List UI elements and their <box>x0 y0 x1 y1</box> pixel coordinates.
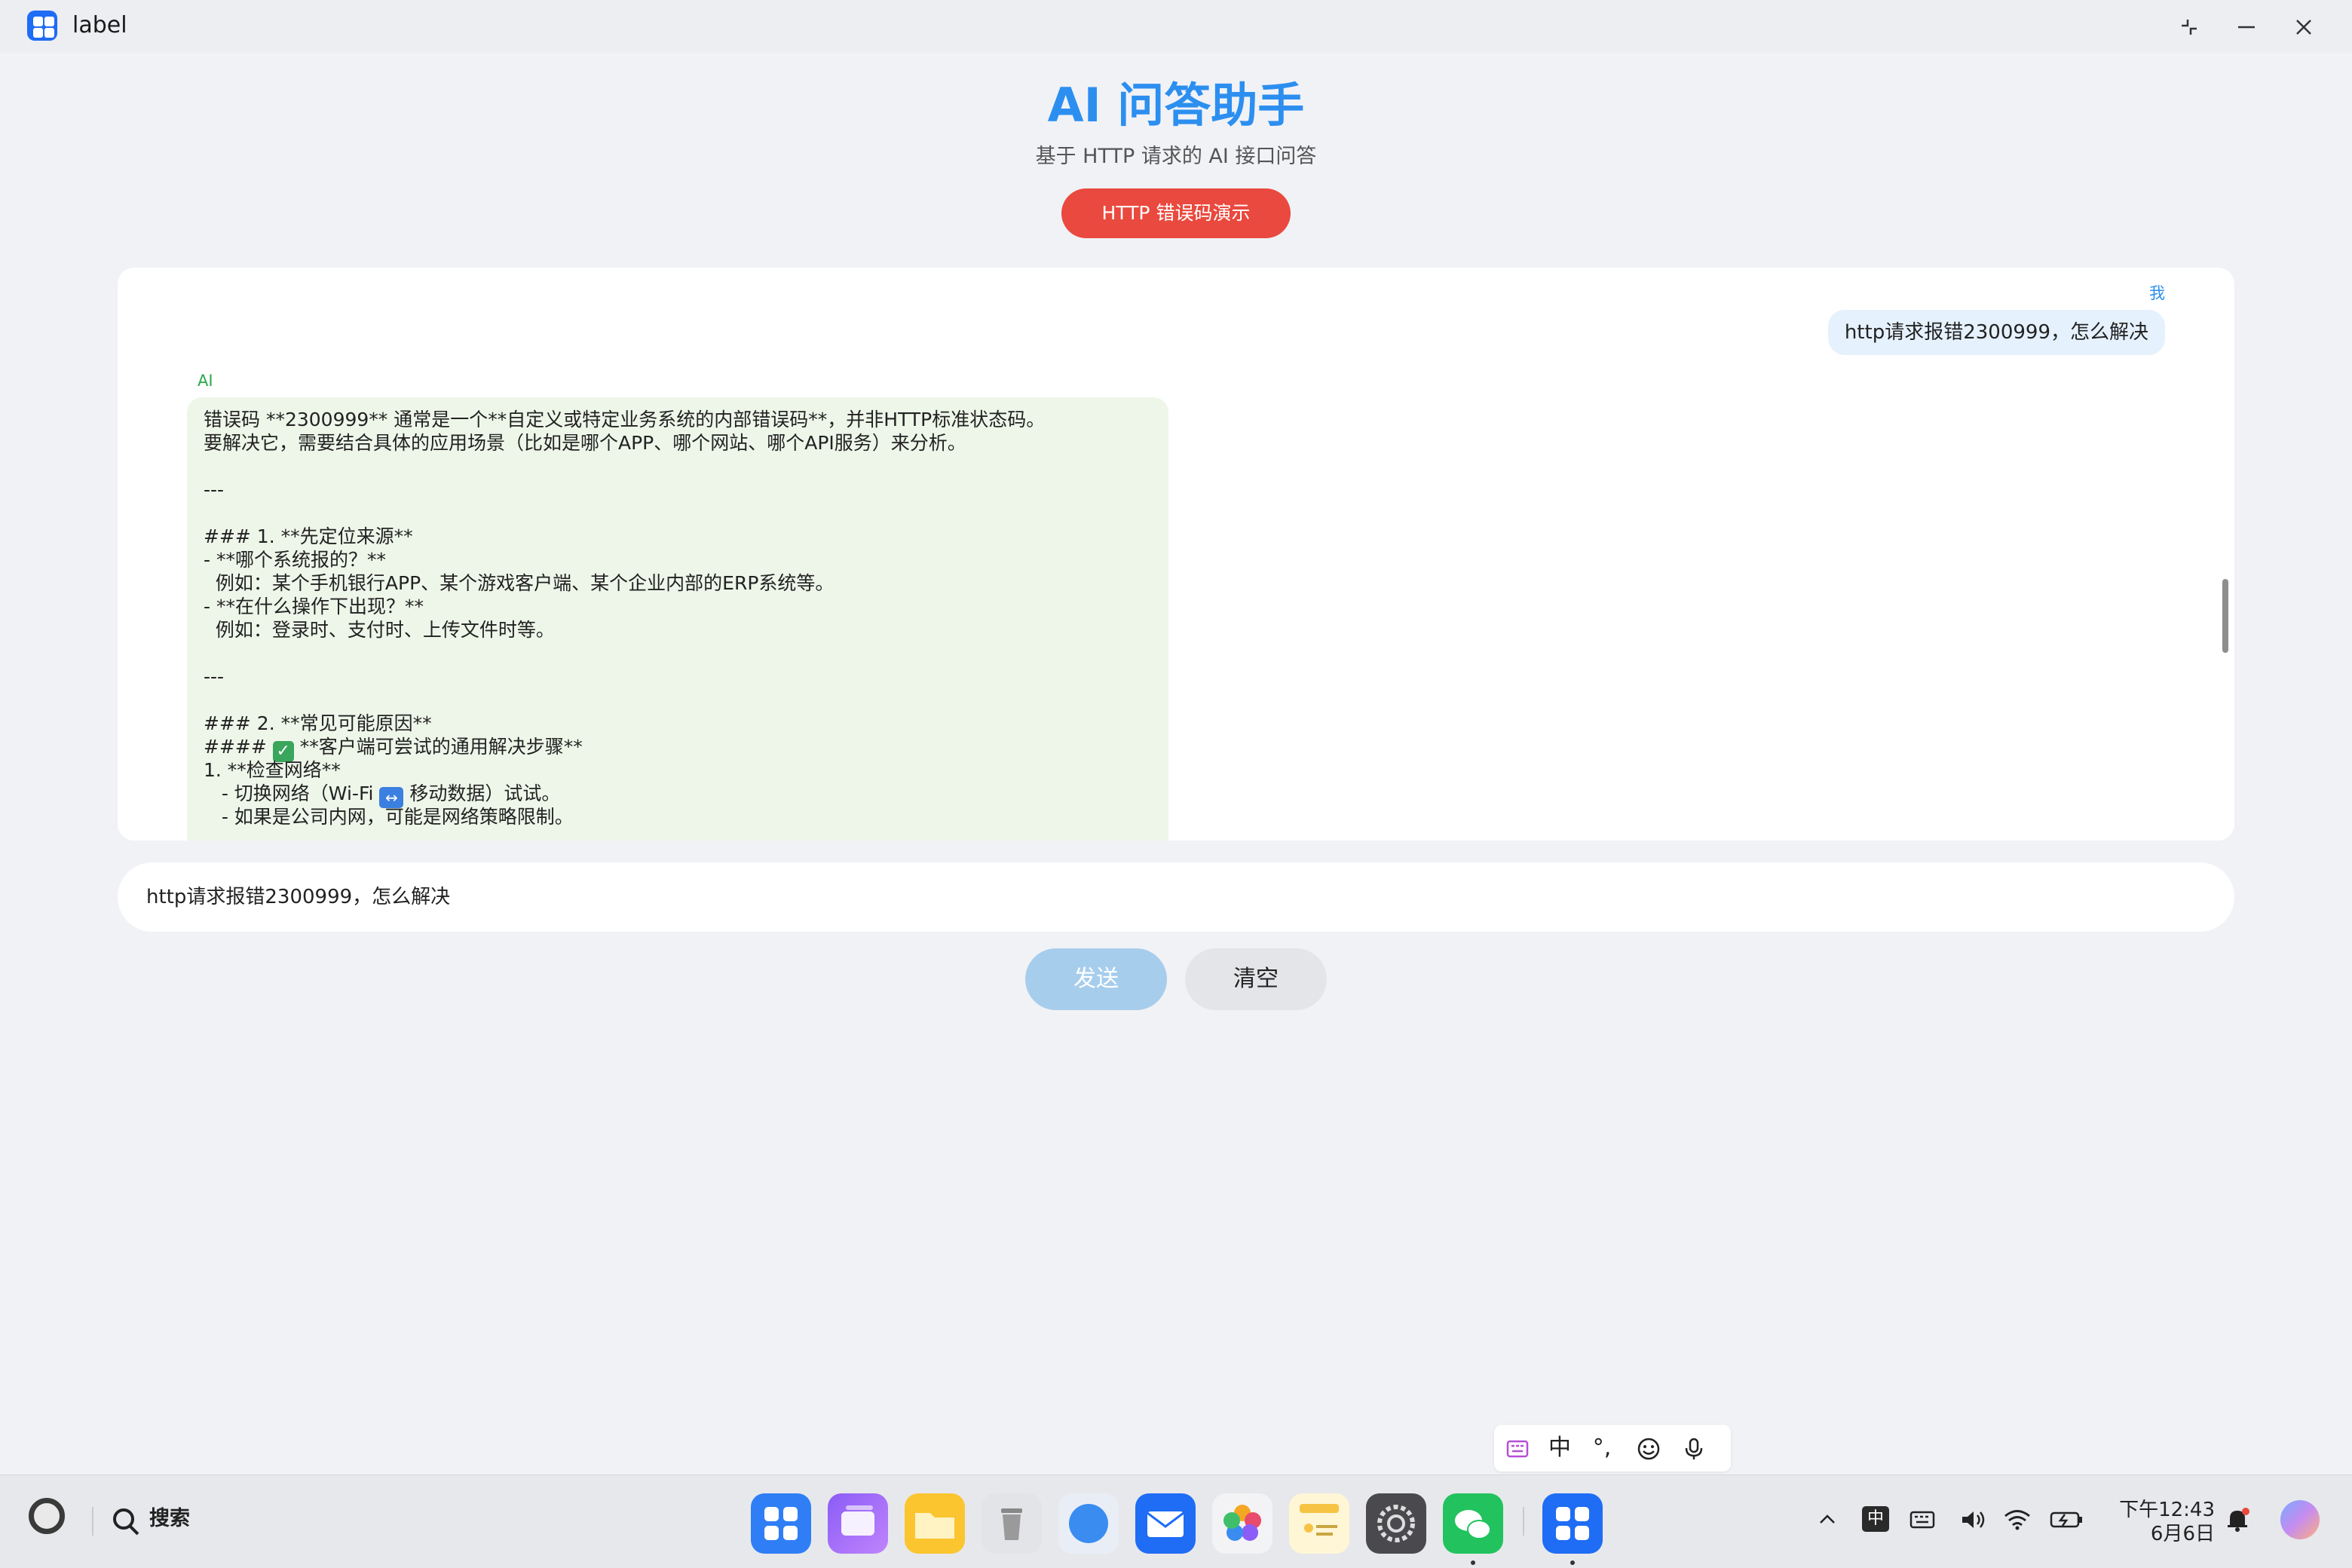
question-input-value: http请求报错2300999，怎么解决 <box>146 886 451 908</box>
notes-icon[interactable] <box>1289 1493 1349 1554</box>
ai-line-tail: 移动数据）试试。 <box>403 782 561 804</box>
running-indicator <box>1471 1560 1475 1565</box>
settings-icon[interactable] <box>1366 1493 1426 1554</box>
browser-icon[interactable] <box>1058 1493 1119 1554</box>
ime-mode-toggle[interactable]: 中 <box>1541 1425 1579 1472</box>
ai-line: --- <box>204 479 225 501</box>
tray-ime-indicator[interactable]: 中 <box>1862 1506 1889 1532</box>
send-button[interactable]: 发送 <box>1025 948 1167 1010</box>
microphone-icon[interactable] <box>1675 1425 1713 1472</box>
clear-button[interactable]: 清空 <box>1185 948 1327 1010</box>
close-icon[interactable] <box>2287 12 2320 42</box>
running-indicator <box>1570 1560 1575 1565</box>
window-title: label <box>72 12 127 38</box>
taskbar-divider <box>92 1507 93 1536</box>
chat-panel[interactable]: 我 http请求报错2300999，怎么解决 AI 错误码 **2300999*… <box>118 268 2234 841</box>
keyboard-icon[interactable] <box>1906 1502 1939 1536</box>
ai-line: 1. **检查网络** <box>204 759 341 781</box>
ai-line-tail: **客户端可尝试的通用解决步骤** <box>293 736 583 758</box>
ai-line: 例如：某个手机银行APP、某个游戏客户端、某个企业内部的ERP系统等。 <box>204 572 835 594</box>
clock-time[interactable]: 下午12:43 <box>2117 1498 2215 1522</box>
title-bar: label <box>0 0 2352 53</box>
ime-punctuation-toggle[interactable]: °, <box>1583 1425 1621 1472</box>
ai-line: 例如：登录时、支付时、上传文件时等。 <box>204 619 555 641</box>
question-input[interactable]: http请求报错2300999，怎么解决 <box>118 862 2234 932</box>
app-logo-icon <box>27 11 57 41</box>
ime-toolbar: 中 °, <box>1494 1425 1731 1472</box>
ai-line <box>204 501 1152 525</box>
ai-line: #### ✓ **客户端可尝试的通用解决步骤** <box>204 735 1152 762</box>
label-app-icon[interactable] <box>1542 1493 1603 1554</box>
ai-line: - 切换网络（Wi-Fi ↔ 移动数据）试试。 <box>204 782 1152 808</box>
mail-icon[interactable] <box>1135 1493 1196 1554</box>
start-button-icon[interactable] <box>29 1498 65 1534</box>
clock-date[interactable]: 6月6日 <box>2117 1522 2215 1546</box>
ai-line <box>204 455 1152 478</box>
ai-line: 要解决它，需要结合具体的应用场景（比如是哪个APP、哪个网站、哪个API服务）来… <box>204 432 966 454</box>
assistant-orb-icon[interactable] <box>2278 1498 2322 1542</box>
emoji-icon[interactable] <box>1630 1425 1668 1472</box>
user-label: 我 <box>2149 284 2165 302</box>
ai-line <box>204 642 1152 665</box>
multitask-icon[interactable] <box>828 1493 888 1554</box>
ai-line: - 如果是公司内网，可能是网络策略限制。 <box>204 806 574 828</box>
notification-bell-icon[interactable] <box>2222 1502 2252 1536</box>
taskbar-search-label[interactable]: 搜索 <box>149 1505 190 1533</box>
ai-line <box>204 688 1152 712</box>
app-grid-icon[interactable] <box>751 1493 811 1554</box>
ai-line: ### 1. **先定位来源** <box>204 525 413 547</box>
ai-line: - **哪个系统报的？** <box>204 549 386 571</box>
ai-line-prefix: - 切换网络（Wi-Fi <box>204 782 380 804</box>
ai-line: ### 2. **常见可能原因** <box>204 712 432 734</box>
volume-icon[interactable] <box>1957 1502 1990 1536</box>
trash-icon[interactable] <box>982 1493 1042 1554</box>
chat-scrollbar[interactable] <box>2222 579 2228 653</box>
search-icon[interactable] <box>113 1508 134 1530</box>
ai-line: - **在什么操作下出现？** <box>204 596 424 617</box>
ime-keyboard-icon[interactable] <box>1499 1425 1536 1472</box>
ai-line: --- <box>204 666 225 688</box>
page-subtitle: 基于 HTTP 请求的 AI 接口问答 <box>1035 145 1317 168</box>
battery-icon[interactable] <box>2047 1502 2085 1536</box>
restore-icon[interactable] <box>2173 12 2206 42</box>
photos-icon[interactable] <box>1212 1493 1272 1554</box>
chevron-up-icon[interactable] <box>1812 1502 1842 1536</box>
ai-message-bubble: 错误码 **2300999** 通常是一个**自定义或特定业务系统的内部错误码*… <box>187 397 1168 841</box>
ai-line-prefix: #### <box>204 736 273 758</box>
ai-line: 错误码 **2300999** 通常是一个**自定义或特定业务系统的内部错误码*… <box>204 409 1046 430</box>
wifi-icon[interactable] <box>1999 1502 2035 1536</box>
page-title: AI 问答助手 <box>1047 78 1305 133</box>
minimize-icon[interactable] <box>2230 12 2263 42</box>
files-icon[interactable] <box>905 1493 965 1554</box>
wechat-icon[interactable] <box>1443 1493 1503 1554</box>
ai-label: AI <box>198 372 213 390</box>
http-error-demo-button[interactable]: HTTP 错误码演示 <box>1061 188 1291 238</box>
user-message-bubble: http请求报错2300999，怎么解决 <box>1827 310 2165 355</box>
taskbar-divider <box>1523 1507 1524 1536</box>
taskbar: 搜索 中 下午12:43 6月6日 <box>0 1475 2352 1568</box>
